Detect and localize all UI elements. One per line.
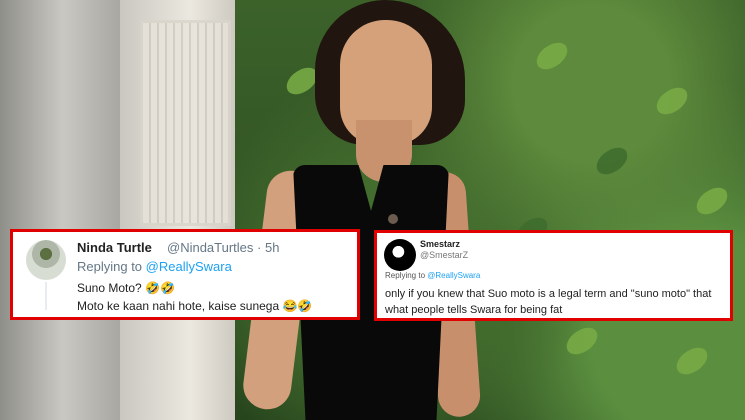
leaf: [691, 183, 733, 219]
tweet-author-handle[interactable]: @SmestarZ: [420, 250, 468, 260]
replying-to-label: Replying to: [385, 271, 426, 280]
tweet-author-name[interactable]: Ninda Turtle: [77, 240, 152, 255]
leaf: [561, 323, 603, 359]
replying-to-handle-link[interactable]: @ReallySwara: [146, 259, 232, 274]
replying-to: Replying to @ReallySwara: [385, 271, 480, 280]
feather-avatar-icon[interactable]: [384, 239, 416, 271]
window-grille: [140, 20, 231, 226]
avatar-icon[interactable]: [26, 240, 66, 280]
leaf: [671, 343, 713, 379]
left-wall: [0, 0, 140, 420]
necklace: [388, 214, 398, 224]
replying-to-handle-link[interactable]: @ReallySwara: [427, 271, 480, 280]
person-photo: [240, 0, 482, 420]
tweet-author-handle[interactable]: @NindaTurtles · 5h: [167, 240, 279, 255]
leaf: [591, 143, 633, 179]
leaf: [531, 38, 573, 74]
thread-line: [45, 282, 47, 310]
tweet-author-name[interactable]: Smestarz: [420, 239, 460, 249]
replying-to-label: Replying to: [77, 259, 143, 274]
tweet-card-right: Smestarz @SmestarZ Replying to @ReallySw…: [374, 230, 733, 321]
tweet-text: only if you knew that Suo moto is a lega…: [385, 288, 712, 316]
tweet-card-left: Ninda Turtle @NindaTurtles · 5h Replying…: [10, 229, 360, 320]
tweet-text: Suno Moto? 🤣🤣 Moto ke kaan nahi hote, ka…: [77, 281, 313, 313]
background-photo: [0, 0, 745, 420]
replying-to: Replying to @ReallySwara: [77, 259, 232, 274]
leaf: [651, 83, 693, 119]
